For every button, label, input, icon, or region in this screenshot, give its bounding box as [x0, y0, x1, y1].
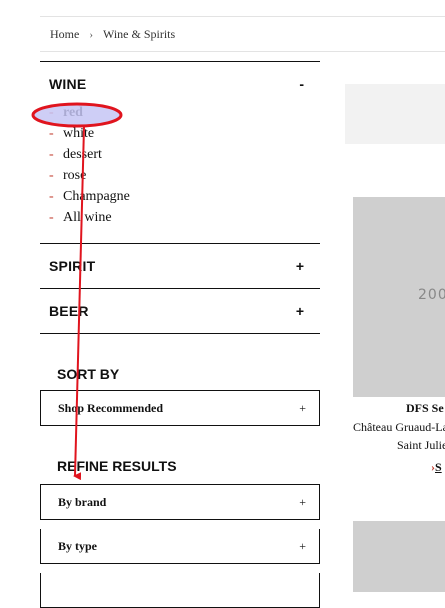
wine-category-label: white	[63, 126, 95, 141]
spirit-section-header[interactable]: SPIRIT +	[40, 244, 320, 288]
wine-category-label: dessert	[63, 147, 102, 162]
bullet-dash: -	[49, 105, 54, 120]
breadcrumb: Home › Wine & Spirits	[50, 27, 175, 42]
beer-section: BEER +	[40, 288, 320, 333]
expand-icon[interactable]: +	[296, 258, 304, 274]
refine-option-label: By brand	[58, 494, 107, 509]
sort-dropdown[interactable]: Shop Recommended +	[40, 390, 320, 426]
wine-category-label: All wine	[63, 210, 112, 225]
expand-icon: +	[299, 494, 306, 509]
product-name[interactable]: Château Gruaud-La	[353, 420, 445, 435]
product-image[interactable]: 200	[353, 197, 445, 397]
breadcrumb-home-link[interactable]: Home	[50, 27, 79, 41]
refine-by-type[interactable]: By type +	[40, 529, 320, 564]
wine-category-label: rose	[63, 168, 87, 183]
refine-results-heading: REFINE RESULTS	[57, 458, 177, 474]
product-image-text: 200	[418, 287, 445, 303]
wine-category-all[interactable]: - All wine	[49, 207, 320, 228]
wine-category-list: - red - white - dessert - rose - Champagne -A…	[40, 102, 320, 243]
wine-category-label: red	[63, 105, 83, 120]
bullet-dash: -	[49, 147, 54, 162]
results-toolbar-placeholder	[345, 84, 445, 144]
refine-by-brand[interactable]: By brand +	[40, 484, 320, 520]
bullet-dash: -	[49, 210, 54, 225]
product-link-text: S	[435, 460, 442, 474]
top-divider	[40, 16, 445, 17]
wine-category-label: Champagne	[63, 189, 130, 204]
wine-section-title: WINE	[49, 76, 87, 92]
beer-section-title: BEER	[49, 303, 89, 319]
expand-icon: +	[299, 538, 306, 553]
wine-category-white[interactable]: - white	[49, 123, 320, 144]
expand-icon: +	[299, 400, 306, 415]
wine-category-champagne[interactable]: - Champagne	[49, 186, 320, 207]
sections-bottom-divider	[40, 333, 320, 334]
refine-option-label: By type	[58, 538, 97, 553]
breadcrumb-separator: ›	[89, 29, 93, 41]
sort-by-heading: SORT BY	[57, 366, 120, 382]
spirit-section: SPIRIT +	[40, 243, 320, 288]
beer-section-header[interactable]: BEER +	[40, 289, 320, 333]
wine-section-header[interactable]: WINE -	[40, 62, 320, 106]
product-store: DFS Se	[406, 401, 444, 415]
bullet-dash: -	[49, 168, 54, 183]
sort-option-label: Shop Recommended	[58, 400, 164, 415]
breadcrumb-current[interactable]: Wine & Spirits	[103, 27, 175, 41]
filter-sidebar: WINE - - red - white - dessert - rose - Champ…	[40, 61, 320, 608]
expand-icon[interactable]: +	[296, 303, 304, 319]
wine-category-dessert[interactable]: - dessert	[49, 144, 320, 165]
collapse-icon[interactable]: -	[299, 76, 304, 92]
wine-category-rose[interactable]: - rose	[49, 165, 320, 186]
bullet-dash: -	[49, 189, 54, 204]
product-image[interactable]	[353, 521, 445, 592]
breadcrumb-divider	[40, 51, 445, 52]
wine-section: WINE - - red - white - dessert - rose - Champ…	[40, 61, 320, 243]
bullet-dash: -	[49, 126, 54, 141]
wine-category-red[interactable]: - red	[49, 102, 320, 123]
spirit-section-title: SPIRIT	[49, 258, 96, 274]
product-link[interactable]: ›S	[431, 460, 442, 475]
refine-next-option[interactable]	[40, 573, 320, 608]
product-region: Saint Julie	[397, 438, 445, 452]
